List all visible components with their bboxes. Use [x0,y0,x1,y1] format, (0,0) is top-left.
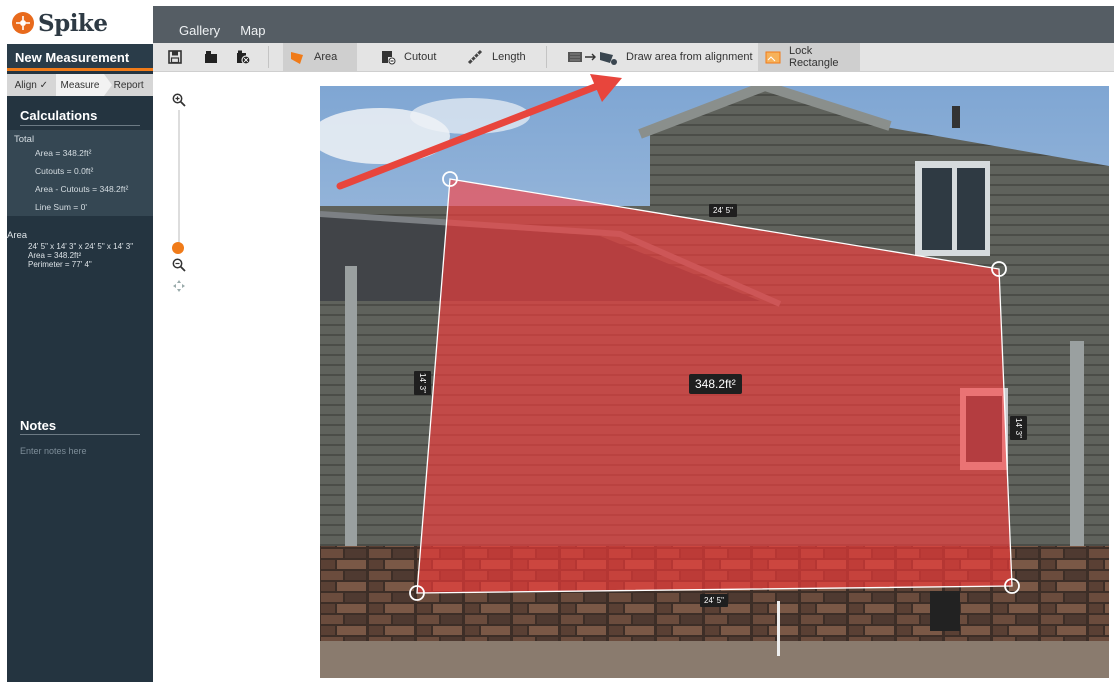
step-tabs: Align ✓ Measure Report [7,74,153,96]
save-icon [167,49,185,65]
step-align[interactable]: Align ✓ [7,74,56,96]
total-line-sum: Line Sum = 0' [35,202,87,212]
area-tool-label: Area [314,51,338,63]
camera-off-icon [235,49,253,65]
length-tool-icon [467,49,485,65]
lock-rectangle-icon [764,49,782,65]
alignment-to-area-icon [567,49,619,65]
pan-icon[interactable] [172,279,186,293]
area-summary-title: Area [7,230,28,241]
sidebar-title: New Measurement [7,44,153,71]
zoom-slider-handle[interactable] [172,242,184,254]
lock-rectangle-button[interactable]: Lock Rectangle [758,43,860,71]
total-label: Total [14,134,35,145]
dimension-left: 14' 3" [414,371,431,395]
total-area: Area = 348.2ft² [35,148,92,158]
measurement-canvas[interactable]: 24' 5" 24' 5" 14' 3" 14' 3" 348.2ft² [320,86,1109,678]
area-dimensions: 24' 5" x 14' 3" x 24' 5" x 14' 3" [28,242,134,251]
zoom-out-icon[interactable] [172,258,186,272]
clear-camera-button[interactable] [235,43,253,71]
camera-button[interactable] [203,43,221,71]
area-perimeter: Perimeter = 77' 4" [28,260,92,269]
cutout-tool-icon [379,49,397,65]
area-value: Area = 348.2ft² [28,251,82,260]
camera-icon [203,49,221,65]
zoom-slider-track[interactable] [178,110,180,246]
save-button[interactable] [167,43,185,71]
app-name: Spike [38,9,108,37]
app-logo[interactable]: Spike [12,8,108,38]
notes-heading: Notes [20,418,57,433]
toolbar: Area Cutout Length Draw area from alignm… [153,43,1114,72]
notes-divider [20,434,140,435]
app-root: Spike Gallery Map New Measurement Align … [0,0,1114,682]
total-cutouts: Cutouts = 0.0ft² [35,166,94,176]
nav-map[interactable]: Map [240,23,265,38]
draw-from-alignment-button[interactable]: Draw area from alignment [567,43,753,71]
length-tool-label: Length [492,51,526,63]
area-tool-button[interactable]: Area [283,43,357,71]
lock-rectangle-label: Lock Rectangle [789,45,839,69]
dimension-bottom: 24' 5" [700,594,728,607]
dimension-top: 24' 5" [709,204,737,217]
total-area-minus-cutouts: Area - Cutouts = 348.2ft² [35,184,129,194]
top-navigation: Gallery Map [153,6,1114,43]
length-tool-button[interactable]: Length [467,43,526,71]
calculations-heading: Calculations [20,108,98,123]
cutout-tool-button[interactable]: Cutout [379,43,436,71]
cutout-tool-label: Cutout [404,51,437,63]
dimension-right: 14' 3" [1010,416,1027,440]
area-value-label: 348.2ft² [689,374,742,394]
toolbar-divider [546,46,547,68]
toolbar-divider [268,46,269,68]
nav-gallery[interactable]: Gallery [179,23,220,38]
draw-from-alignment-label: Draw area from alignment [626,51,753,63]
calculations-divider [20,125,140,126]
area-tool-icon [289,49,307,65]
step-measure[interactable]: Measure [55,74,112,96]
spike-logo-icon [12,12,34,34]
sidebar: New Measurement Align ✓ Measure Report C… [7,44,153,682]
zoom-in-icon[interactable] [172,93,186,107]
notes-input[interactable] [20,443,145,459]
totals-panel: Total Area = 348.2ft² Cutouts = 0.0ft² A… [7,130,153,216]
